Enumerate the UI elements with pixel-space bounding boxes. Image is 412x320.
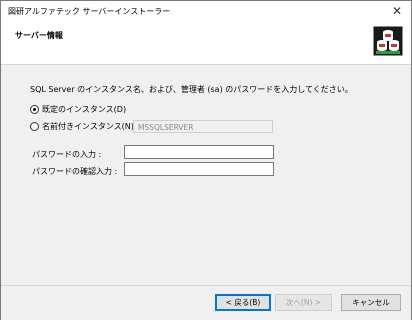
content-panel: SQL Server のインスタンス名、および、管理者 (sa) のパスワードを… bbox=[1, 65, 411, 285]
radio-default-instance[interactable]: 既定のインスタンス(D) bbox=[30, 104, 126, 115]
cancel-button[interactable]: キャンセル bbox=[341, 294, 401, 311]
database-server-icon bbox=[373, 26, 403, 56]
password-label: パスワードの入力 : bbox=[32, 150, 102, 159]
close-button[interactable]: ✕ bbox=[383, 1, 411, 22]
password-confirm-label: パスワードの確認入力 : bbox=[32, 167, 118, 176]
radio-named-button[interactable] bbox=[30, 122, 39, 131]
password-confirm-field[interactable] bbox=[124, 162, 274, 176]
button-bar: < 戻る(B) 次へ(N) > キャンセル bbox=[1, 285, 411, 320]
password-field[interactable] bbox=[124, 145, 274, 159]
back-button[interactable]: < 戻る(B) bbox=[215, 294, 271, 311]
window-title: 図研アルファテック サーバーインストーラー bbox=[8, 7, 171, 16]
page-title: サーバー情報 bbox=[15, 31, 63, 40]
instance-name-field[interactable]: MSSQLSERVER bbox=[133, 120, 273, 133]
radio-named-instance[interactable]: 名前付きインスタンス(N) : bbox=[30, 121, 139, 132]
radio-named-label: 名前付きインスタンス(N) : bbox=[42, 122, 140, 131]
title-bar: 図研アルファテック サーバーインストーラー ✕ bbox=[1, 1, 411, 22]
radio-default-label: 既定のインスタンス(D) bbox=[42, 105, 127, 114]
radio-default-button[interactable] bbox=[30, 105, 39, 114]
next-button[interactable]: 次へ(N) > bbox=[275, 294, 332, 311]
header-panel: サーバー情報 bbox=[1, 22, 411, 65]
installer-window: 図研アルファテック サーバーインストーラー ✕ サーバー情報 SQL Serve… bbox=[0, 0, 412, 320]
instruction-text: SQL Server のインスタンス名、および、管理者 (sa) のパスワードを… bbox=[30, 85, 353, 94]
